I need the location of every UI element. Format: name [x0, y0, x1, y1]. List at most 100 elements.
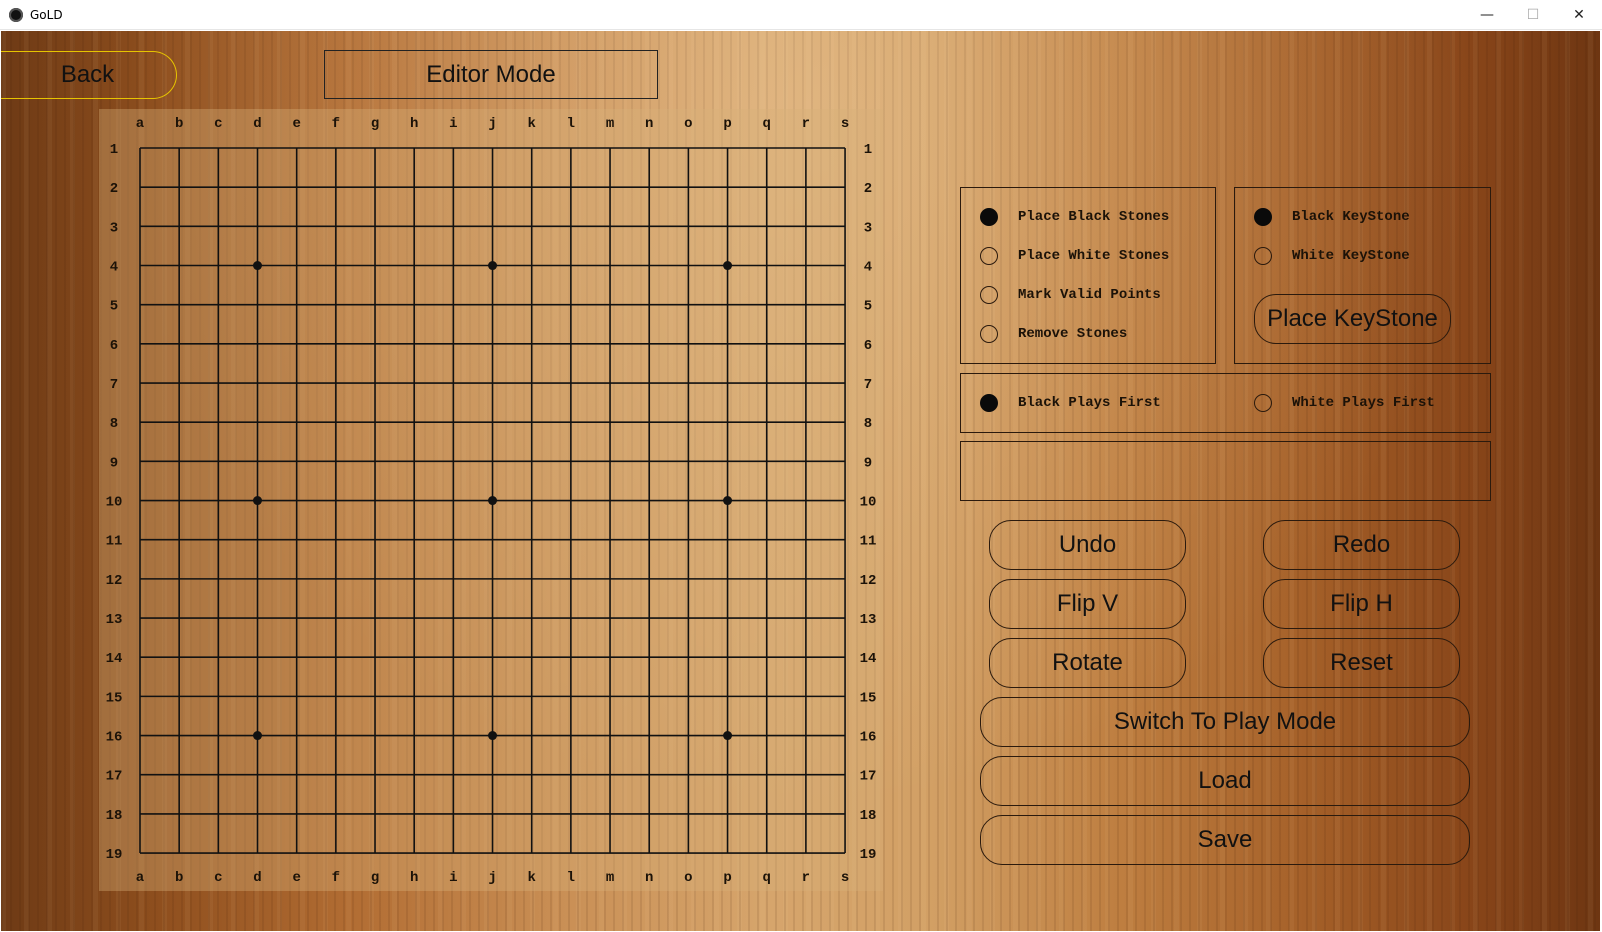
column-label-bottom: l	[567, 870, 575, 886]
column-label-bottom: j	[488, 870, 496, 886]
back-button[interactable]: Back	[1, 51, 177, 99]
reset-button[interactable]: Reset	[1263, 638, 1460, 688]
radio-place-white-stones[interactable]: Place White Stones	[980, 247, 1169, 265]
star-point	[488, 731, 498, 741]
radio-remove-stones[interactable]: Remove Stones	[980, 325, 1127, 343]
column-label-top: c	[214, 116, 222, 132]
column-label-top: j	[488, 116, 496, 132]
row-label-right: 19	[860, 847, 877, 863]
column-label-top: p	[723, 116, 731, 132]
radio-label: White KeyStone	[1292, 248, 1410, 264]
radio-place-black-stones[interactable]: Place Black Stones	[980, 208, 1169, 226]
column-label-top: a	[136, 116, 145, 132]
row-label-left: 6	[110, 338, 118, 354]
flip-vertical-button[interactable]: Flip V	[989, 579, 1186, 629]
load-button[interactable]: Load	[980, 756, 1470, 806]
row-label-right: 18	[860, 808, 877, 824]
row-label-left: 13	[106, 612, 123, 628]
radio-black-plays-first[interactable]: Black Plays First	[980, 394, 1161, 412]
row-label-left: 16	[106, 730, 123, 746]
radio-label: Mark Valid Points	[1018, 287, 1161, 303]
column-label-bottom: s	[841, 870, 849, 886]
star-point	[253, 496, 263, 506]
row-label-right: 2	[864, 181, 872, 197]
editor-view: Back Editor Mode a a b b c c d d e e f f g g h h i i j j k k l…	[1, 31, 1600, 931]
go-board-panel: aabbccddeeffgghhiijjkkllmmnnooppqqrrss11…	[99, 109, 883, 891]
go-board[interactable]: aabbccddeeffgghhiijjkkllmmnnooppqqrrss1 1…	[99, 109, 883, 891]
row-label-right: 5	[864, 299, 872, 315]
row-label-left: 4	[110, 260, 118, 276]
radio-indicator	[1254, 247, 1272, 265]
undo-button[interactable]: Undo	[989, 520, 1186, 570]
window-title: GoLD	[30, 8, 63, 22]
column-label-bottom: i	[449, 870, 457, 886]
row-label-right: 3	[864, 220, 872, 236]
radio-white-keystone[interactable]: White KeyStone	[1254, 247, 1410, 265]
row-label-left: 8	[110, 416, 118, 432]
row-label-right: 12	[860, 573, 877, 589]
row-label-right: 9	[864, 455, 872, 471]
row-label-left: 15	[106, 690, 123, 706]
radio-indicator	[980, 208, 998, 226]
row-label-right: 10	[860, 495, 877, 511]
row-label-left: 12	[106, 573, 123, 589]
flip-horizontal-button[interactable]: Flip H	[1263, 579, 1460, 629]
star-point	[723, 261, 733, 271]
row-label-left: 3	[110, 220, 118, 236]
star-point	[488, 261, 498, 271]
column-label-bottom: k	[527, 870, 535, 886]
row-label-left: 7	[110, 377, 118, 393]
radio-white-plays-first[interactable]: White Plays First	[1254, 394, 1435, 412]
place-keystone-button[interactable]: Place KeyStone	[1254, 294, 1451, 344]
radio-indicator	[980, 325, 998, 343]
save-button[interactable]: Save	[980, 815, 1470, 865]
radio-mark-valid-points[interactable]: Mark Valid Points	[980, 286, 1161, 304]
radio-indicator	[980, 247, 998, 265]
column-label-top: d	[253, 116, 261, 132]
row-label-left: 1	[110, 142, 118, 158]
column-label-top: q	[763, 116, 771, 132]
minimize-button[interactable]: —	[1464, 0, 1510, 30]
radio-indicator	[1254, 394, 1272, 412]
switch-to-play-mode-button[interactable]: Switch To Play Mode	[980, 697, 1470, 747]
column-label-bottom: e	[292, 870, 300, 886]
row-label-right: 17	[860, 769, 877, 785]
radio-label: Place White Stones	[1018, 248, 1170, 264]
row-label-left: 11	[106, 534, 123, 550]
radio-label: Place Black Stones	[1018, 209, 1170, 225]
title-bar: GoLD — ☐ ✕	[0, 0, 1602, 30]
maximize-button[interactable]: ☐	[1510, 0, 1556, 30]
row-label-right: 4	[864, 260, 872, 276]
row-label-right: 16	[860, 730, 877, 746]
radio-indicator	[1254, 208, 1272, 226]
close-button[interactable]: ✕	[1556, 0, 1602, 30]
column-label-top: g	[371, 116, 379, 132]
row-label-left: 2	[110, 181, 118, 197]
column-label-bottom: b	[175, 870, 183, 886]
mode-title: Editor Mode	[324, 50, 658, 99]
star-point	[488, 496, 498, 506]
column-label-bottom: r	[802, 870, 810, 886]
column-label-top: l	[567, 116, 575, 132]
column-label-bottom: q	[763, 870, 771, 886]
column-label-bottom: n	[645, 870, 653, 886]
column-label-top: m	[606, 116, 614, 132]
column-label-top: k	[527, 116, 535, 132]
row-label-left: 17	[106, 769, 123, 785]
radio-black-keystone[interactable]: Black KeyStone	[1254, 208, 1410, 226]
rotate-button[interactable]: Rotate	[989, 638, 1186, 688]
column-label-top: e	[292, 116, 300, 132]
column-label-top: r	[802, 116, 810, 132]
row-label-right: 11	[860, 534, 877, 550]
column-label-bottom: p	[723, 870, 731, 886]
column-label-top: b	[175, 116, 183, 132]
column-label-bottom: h	[410, 870, 418, 886]
column-label-bottom: m	[606, 870, 614, 886]
radio-indicator	[980, 286, 998, 304]
radio-label: Black KeyStone	[1292, 209, 1410, 225]
redo-button[interactable]: Redo	[1263, 520, 1460, 570]
star-point	[723, 496, 733, 506]
column-label-top: i	[449, 116, 457, 132]
column-label-bottom: o	[684, 870, 692, 886]
row-label-right: 6	[864, 338, 872, 354]
